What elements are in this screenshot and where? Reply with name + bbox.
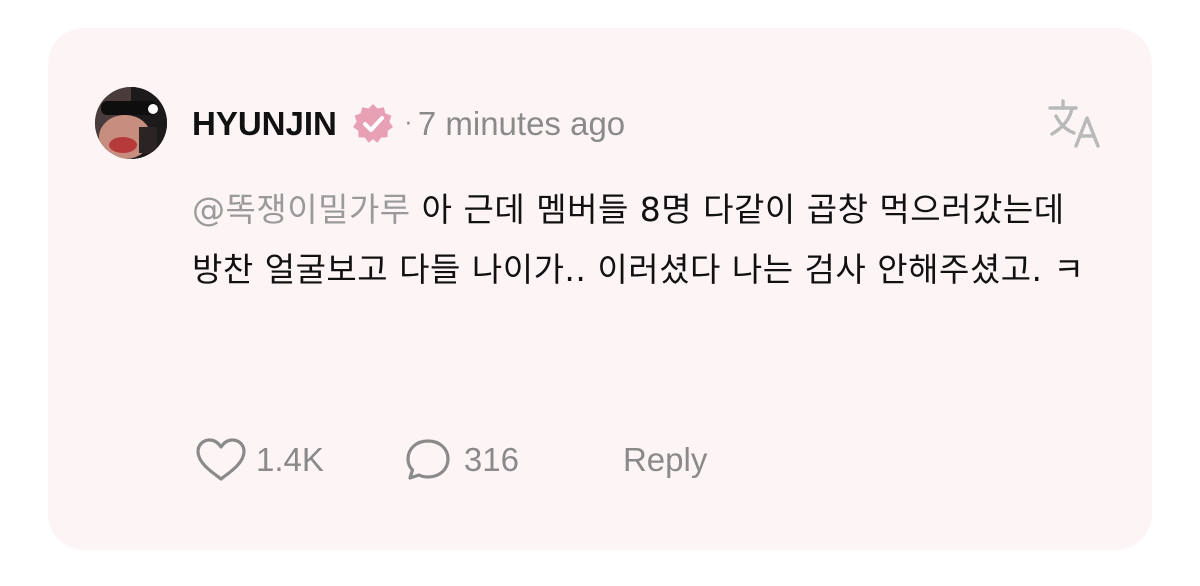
like-button[interactable]: 1.4K xyxy=(194,437,324,483)
comment-actions: 1.4K 316 Reply xyxy=(194,432,707,488)
reply-label: Reply xyxy=(622,441,708,478)
comment-header: HYUNJIN · 7 minutes ago xyxy=(192,100,625,148)
separator-dot: · xyxy=(404,111,412,137)
heart-icon xyxy=(194,437,248,483)
reply-button[interactable]: Reply xyxy=(623,441,707,479)
avatar[interactable] xyxy=(95,87,167,159)
timestamp: 7 minutes ago xyxy=(417,105,626,142)
translate-icon[interactable] xyxy=(1046,96,1104,152)
verified-badge-icon xyxy=(349,100,397,148)
like-count: 1.4K xyxy=(256,441,324,478)
comment-bubble-icon xyxy=(404,437,452,483)
comment-button[interactable]: 316 xyxy=(404,437,519,483)
comment-body: @똑쟁이밀가루 아 근데 멤버들 8명 다같이 곱창 먹으러갔는데 방찬 얼굴보… xyxy=(192,180,1102,300)
comment-count: 316 xyxy=(463,441,519,478)
mention-link[interactable]: @똑쟁이밀가루 xyxy=(192,190,411,229)
username[interactable]: HYUNJIN xyxy=(192,105,337,143)
